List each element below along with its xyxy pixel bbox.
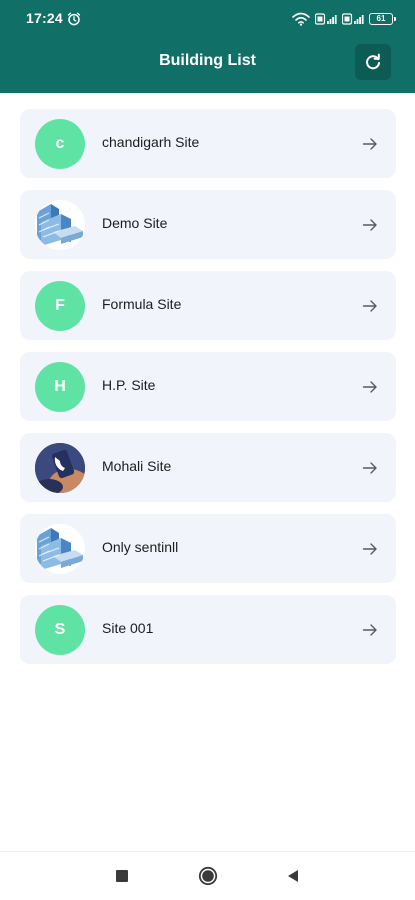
arrow-right-icon[interactable] (362, 136, 378, 152)
refresh-icon (366, 53, 380, 70)
site-name: Only sentinll (102, 539, 179, 555)
system-nav-bar (0, 851, 415, 900)
avatar-letter: H (35, 362, 85, 412)
list-item-demo-site[interactable]: Demo Site (20, 190, 396, 259)
building-image (37, 528, 83, 570)
status-time: 17:24 (26, 10, 63, 26)
list-item-chandigarh-site[interactable]: c chandigarh Site (20, 109, 396, 178)
page-title: Building List (159, 52, 256, 69)
building-list: c chandigarh Site Demo Site F Formula Si… (20, 109, 396, 676)
status-bar: 17:24 61 (0, 0, 415, 38)
battery-icon: 61 (369, 13, 396, 25)
photo-image (35, 443, 85, 493)
avatar-letter: c (35, 119, 85, 169)
refresh-button[interactable] (355, 44, 391, 80)
arrow-right-icon[interactable] (362, 541, 378, 557)
square-icon (116, 870, 128, 882)
battery-level: 61 (376, 14, 386, 23)
building-avatar (35, 524, 85, 574)
avatar-letter: S (35, 605, 85, 655)
site-name: Site 001 (102, 620, 154, 636)
arrow-right-icon[interactable] (362, 217, 378, 233)
triangle-back-icon (288, 870, 298, 882)
site-name: H.P. Site (102, 377, 156, 393)
screen: 17:24 61 Building List c chandigarh Site… (0, 0, 415, 900)
alarm-icon (67, 12, 81, 26)
building-image (37, 204, 83, 246)
arrow-right-icon[interactable] (362, 460, 378, 476)
arrow-right-icon[interactable] (362, 622, 378, 638)
recent-apps-button[interactable] (112, 866, 132, 886)
site-name: chandigarh Site (102, 134, 200, 150)
building-avatar (35, 200, 85, 250)
wifi-icon (292, 12, 310, 26)
photo-avatar (35, 443, 85, 493)
site-name: Formula Site (102, 296, 182, 312)
list-item-site-001[interactable]: S Site 001 (20, 595, 396, 664)
list-item-only-sentinll[interactable]: Only sentinll (20, 514, 396, 583)
signal-icon-sim1 (315, 13, 337, 25)
site-name: Mohali Site (102, 458, 172, 474)
home-button[interactable] (198, 866, 218, 886)
arrow-right-icon[interactable] (362, 379, 378, 395)
signal-icon-sim2 (342, 13, 364, 25)
app-bar: Building List (0, 38, 415, 93)
list-item-formula-site[interactable]: F Formula Site (20, 271, 396, 340)
arrow-right-icon[interactable] (362, 298, 378, 314)
status-icons: 61 (292, 10, 396, 28)
back-button[interactable] (283, 866, 303, 886)
header: 17:24 61 Building List (0, 0, 415, 93)
avatar-letter: F (35, 281, 85, 331)
list-item-mohali-site[interactable]: Mohali Site (20, 433, 396, 502)
site-name: Demo Site (102, 215, 168, 231)
list-item-hp-site[interactable]: H H.P. Site (20, 352, 396, 421)
circle-icon (198, 866, 218, 886)
